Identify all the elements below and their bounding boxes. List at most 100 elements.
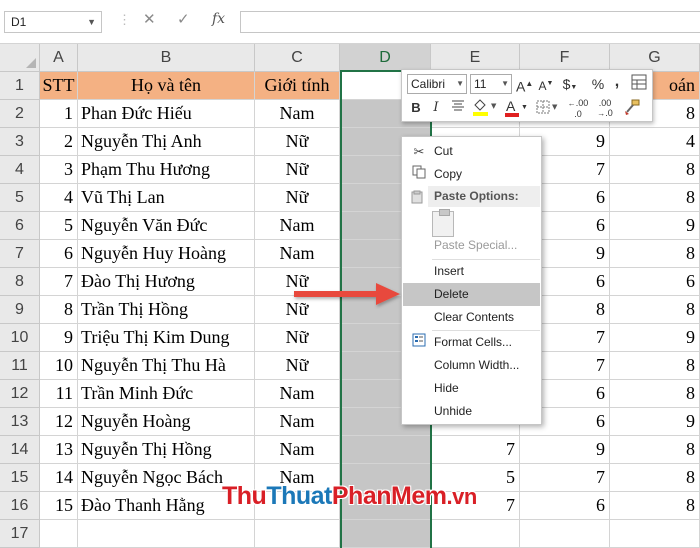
table-cell[interactable]: 8 bbox=[610, 380, 700, 408]
table-cell[interactable]: Nguyễn Thị Hồng bbox=[78, 436, 255, 464]
table-cell[interactable]: 1 bbox=[40, 100, 78, 128]
table-cell[interactable]: 14 bbox=[40, 464, 78, 492]
table-cell[interactable]: Phan Đức Hiếu bbox=[78, 100, 255, 128]
table-cell[interactable]: 10 bbox=[40, 352, 78, 380]
fill-color-button[interactable]: ▼ bbox=[472, 98, 498, 118]
formula-input[interactable] bbox=[240, 11, 700, 33]
table-cell[interactable]: Trần Minh Đức bbox=[78, 380, 255, 408]
table-cell[interactable]: Nam bbox=[255, 408, 340, 436]
table-cell[interactable]: 6 bbox=[520, 492, 610, 520]
row-header-4[interactable]: 4 bbox=[0, 156, 40, 184]
table-cell[interactable]: 7 bbox=[40, 268, 78, 296]
increase-decimal-button[interactable]: ←.00.0 bbox=[566, 98, 590, 119]
comma-button[interactable]: , bbox=[612, 72, 622, 92]
table-cell[interactable]: 8 bbox=[40, 296, 78, 324]
column-header-a[interactable]: A bbox=[40, 44, 78, 72]
menu-item-copy[interactable]: Copy bbox=[403, 163, 540, 186]
table-cell[interactable]: 8 bbox=[610, 296, 700, 324]
table-cell[interactable]: Nguyễn Huy Hoàng bbox=[78, 240, 255, 268]
row-header-7[interactable]: 7 bbox=[0, 240, 40, 268]
table-cell[interactable]: 4 bbox=[40, 184, 78, 212]
table-cell[interactable] bbox=[610, 520, 700, 548]
table-cell[interactable]: 6 bbox=[610, 268, 700, 296]
table-cell[interactable]: Nữ bbox=[255, 352, 340, 380]
column-header-g[interactable]: G bbox=[610, 44, 700, 72]
table-cell[interactable]: 7 bbox=[431, 436, 520, 464]
table-cell[interactable]: 8 bbox=[610, 492, 700, 520]
table-cell[interactable]: 9 bbox=[610, 408, 700, 436]
table-cell[interactable]: Nam bbox=[255, 100, 340, 128]
table-cell[interactable]: Triệu Thị Kim Dung bbox=[78, 324, 255, 352]
table-cell[interactable]: Đào Thị Hương bbox=[78, 268, 255, 296]
table-cell[interactable]: 3 bbox=[40, 156, 78, 184]
italic-button[interactable]: I bbox=[429, 98, 443, 118]
name-box[interactable]: D1 ▼ bbox=[4, 11, 102, 33]
table-cell[interactable] bbox=[78, 520, 255, 548]
menu-item-unhide[interactable]: Unhide bbox=[403, 400, 540, 423]
chevron-down-icon[interactable]: ▼ bbox=[87, 12, 96, 32]
font-color-button[interactable]: A ▼ bbox=[504, 98, 530, 118]
table-cell[interactable]: 9 bbox=[610, 324, 700, 352]
table-cell[interactable]: Trần Thị Hồng bbox=[78, 296, 255, 324]
header-cell-c[interactable]: Giới tính bbox=[255, 72, 340, 100]
table-cell[interactable]: Nam bbox=[255, 380, 340, 408]
table-cell[interactable] bbox=[520, 520, 610, 548]
column-header-c[interactable]: C bbox=[255, 44, 340, 72]
menu-item-paste-special[interactable]: Paste Special... bbox=[403, 234, 540, 257]
font-size-select[interactable]: 11 ▼ bbox=[470, 74, 512, 94]
table-cell[interactable]: Nữ bbox=[255, 156, 340, 184]
menu-item-hide[interactable]: Hide bbox=[403, 377, 540, 400]
column-header-d[interactable]: D bbox=[340, 44, 431, 72]
row-header-1[interactable]: 1 bbox=[0, 72, 40, 100]
table-cell[interactable]: Nguyễn Hoàng bbox=[78, 408, 255, 436]
table-cell[interactable]: 15 bbox=[40, 492, 78, 520]
font-name-select[interactable]: Calibri ▼ bbox=[407, 74, 467, 94]
percent-button[interactable]: % bbox=[590, 74, 606, 94]
row-header-17[interactable]: 17 bbox=[0, 520, 40, 548]
row-header-3[interactable]: 3 bbox=[0, 128, 40, 156]
table-cell[interactable] bbox=[40, 520, 78, 548]
cancel-icon[interactable]: ✕ bbox=[143, 10, 156, 28]
row-header-2[interactable]: 2 bbox=[0, 100, 40, 128]
shrink-font-button[interactable]: A▼ bbox=[538, 74, 554, 94]
table-cell[interactable]: 7 bbox=[520, 464, 610, 492]
row-header-8[interactable]: 8 bbox=[0, 268, 40, 296]
table-cell[interactable]: 12 bbox=[40, 408, 78, 436]
column-header-f[interactable]: F bbox=[520, 44, 610, 72]
table-cell[interactable]: Nam bbox=[255, 212, 340, 240]
table-cell[interactable] bbox=[255, 520, 340, 548]
menu-item-clear-contents[interactable]: Clear Contents bbox=[403, 306, 540, 329]
table-cell[interactable] bbox=[340, 520, 431, 548]
table-cell[interactable]: 13 bbox=[40, 436, 78, 464]
row-header-10[interactable]: 10 bbox=[0, 324, 40, 352]
currency-button[interactable]: $▼ bbox=[560, 74, 580, 94]
column-header-b[interactable]: B bbox=[78, 44, 255, 72]
table-cell[interactable]: 9 bbox=[520, 436, 610, 464]
enter-icon[interactable]: ✓ bbox=[177, 10, 190, 28]
table-cell[interactable]: 8 bbox=[610, 436, 700, 464]
format-painter-icon[interactable] bbox=[622, 98, 642, 118]
table-cell[interactable]: 4 bbox=[610, 128, 700, 156]
table-cell[interactable] bbox=[431, 520, 520, 548]
borders-button[interactable]: ▼ bbox=[536, 98, 562, 118]
header-cell-a[interactable]: STT bbox=[40, 72, 78, 100]
row-header-12[interactable]: 12 bbox=[0, 380, 40, 408]
row-header-9[interactable]: 9 bbox=[0, 296, 40, 324]
table-cell[interactable]: Nam bbox=[255, 240, 340, 268]
table-cell[interactable]: 9 bbox=[610, 212, 700, 240]
menu-item-delete[interactable]: Delete bbox=[403, 283, 540, 306]
menu-item-insert[interactable]: Insert bbox=[403, 260, 540, 283]
table-cell[interactable]: 8 bbox=[610, 464, 700, 492]
row-header-5[interactable]: 5 bbox=[0, 184, 40, 212]
row-header-11[interactable]: 11 bbox=[0, 352, 40, 380]
row-header-14[interactable]: 14 bbox=[0, 436, 40, 464]
table-cell[interactable]: Nữ bbox=[255, 184, 340, 212]
row-header-13[interactable]: 13 bbox=[0, 408, 40, 436]
menu-item-cut[interactable]: ✂ Cut bbox=[403, 140, 540, 163]
table-cell[interactable]: 11 bbox=[40, 380, 78, 408]
table-cell[interactable]: Nguyễn Văn Đức bbox=[78, 212, 255, 240]
row-header-15[interactable]: 15 bbox=[0, 464, 40, 492]
row-header-16[interactable]: 16 bbox=[0, 492, 40, 520]
bold-button[interactable]: B bbox=[409, 98, 423, 118]
table-cell[interactable]: 8 bbox=[610, 156, 700, 184]
